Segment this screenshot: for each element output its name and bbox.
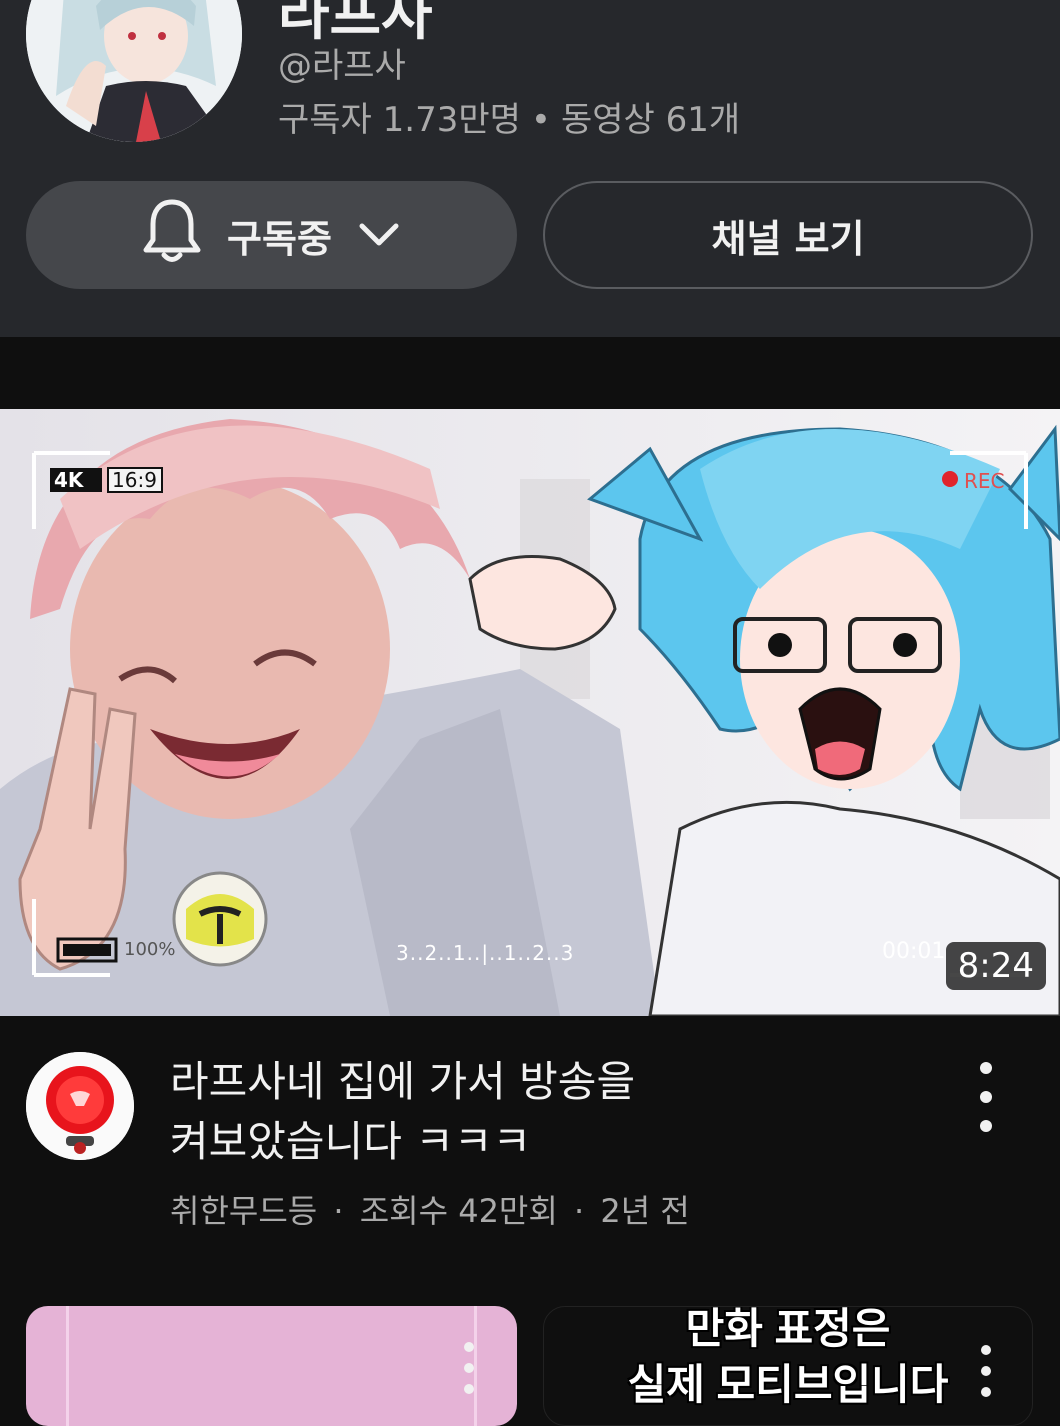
short-title-line1: 만화 표정은: [685, 1306, 891, 1352]
stats-separator: •: [530, 100, 551, 140]
chevron-down-icon: [358, 213, 400, 257]
short-title: 만화 표정은 실제 모티브입니다: [544, 1306, 1032, 1413]
channel-handle: @라프사: [278, 46, 406, 86]
ratio-badge: 16:9: [112, 468, 157, 492]
meta-separator: ·: [573, 1192, 585, 1230]
channel-stats: 구독자 1.73만명 • 동영상 61개: [278, 92, 740, 141]
subscribed-button[interactable]: 구독중: [26, 181, 517, 289]
video-channel-name: 취한무드등: [170, 1192, 318, 1230]
more-vert-icon[interactable]: [966, 1062, 1006, 1132]
short-card[interactable]: 만화 표정은 실제 모티브입니다: [543, 1306, 1033, 1426]
channel-avatar[interactable]: [26, 0, 242, 142]
video-duration: 8:24: [945, 942, 1046, 990]
thumbnail-illustration: [0, 409, 1060, 1016]
lamp-avatar-illustration: [26, 1052, 134, 1160]
subscribed-label: 구독중: [227, 216, 332, 261]
timer-label: 00:01: [882, 939, 946, 964]
channel-avatar-illustration: [26, 0, 242, 142]
video-views: 조회수 42만회: [359, 1192, 558, 1230]
channel-header: 라프사 @라프사 구독자 1.73만명 • 동영상 61개 구독중 채널 보기: [0, 0, 1060, 337]
rec-label: REC: [964, 469, 1005, 493]
bell-icon: [143, 198, 201, 273]
video-title-line1: 라프사네 집에 가서 방송을: [170, 1057, 636, 1106]
more-vert-icon[interactable]: [449, 1342, 489, 1394]
battery-label: 100%: [124, 939, 176, 960]
meta-separator: ·: [333, 1192, 344, 1230]
video-thumbnail[interactable]: 4K 16:9 REC 100% 3..2..1..|..1..2..3 00:…: [0, 409, 1060, 1016]
format-badge: 4K: [54, 468, 84, 492]
video-channel-avatar[interactable]: [26, 1052, 134, 1160]
short-title-line2: 실제 모티브입니다: [627, 1361, 949, 1408]
video-count: 동영상 61개: [560, 100, 741, 140]
short-card[interactable]: [26, 1306, 517, 1426]
subscriber-count: 구독자 1.73만명: [278, 100, 521, 140]
video-meta: 취한무드등 · 조회수 42만회 · 2년 전: [170, 1186, 690, 1232]
countdown-label: 3..2..1..|..1..2..3: [396, 941, 575, 965]
video-age: 2년 전: [600, 1192, 690, 1230]
short-divider: [66, 1306, 69, 1426]
more-vert-icon[interactable]: [966, 1345, 1006, 1397]
video-title[interactable]: 라프사네 집에 가서 방송을 켜보았습니다 ㅋㅋㅋ: [170, 1052, 930, 1172]
view-channel-button[interactable]: 채널 보기: [543, 181, 1033, 289]
video-title-line2: 켜보았습니다 ㅋㅋㅋ: [170, 1117, 532, 1166]
